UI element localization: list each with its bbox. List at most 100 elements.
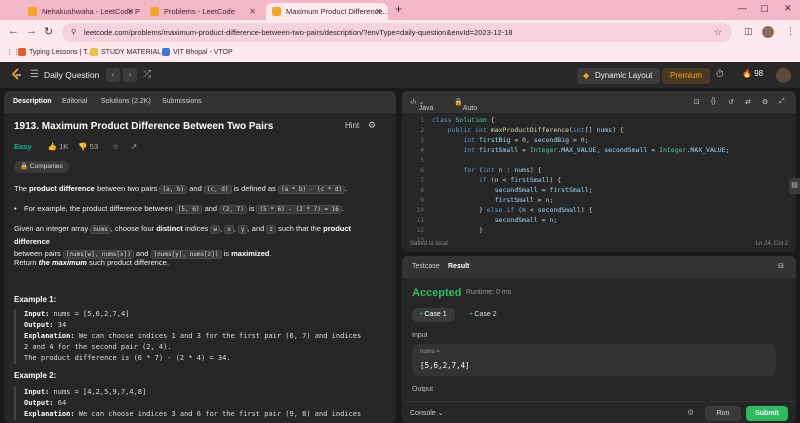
star-icon[interactable]: ☆ — [112, 142, 119, 151]
notes-icon[interactable]: ▤ — [789, 178, 800, 194]
leetcode-favicon — [272, 7, 281, 16]
hint-button[interactable]: Hint — [345, 121, 359, 130]
bookmark-typing[interactable]: Typing Lessons | T... — [18, 48, 93, 56]
user-avatar[interactable] — [776, 68, 791, 83]
bookmark-study[interactable]: STUDY MATERIAL — [90, 48, 161, 56]
value: nums = [5,6,2,7,4] — [49, 310, 130, 318]
braces-icon[interactable]: {} — [711, 98, 716, 105]
tab-solutions[interactable]: Solutions (2.2K) — [101, 98, 151, 105]
maximize-icon[interactable]: ▢ — [760, 3, 769, 14]
fullscreen-icon[interactable]: ⤢ — [779, 98, 785, 106]
output-label: Output — [412, 386, 434, 393]
browser-toolbar: ← → ↻ ⚲ leetcode.com/problems/maximum-pr… — [0, 20, 800, 45]
leetcode-favicon — [150, 7, 159, 16]
collapse-icon[interactable]: ⊟ — [778, 262, 784, 270]
browser-tab-problems[interactable]: Problems - LeetCode ✕ — [144, 3, 262, 20]
inline-code: x — [224, 225, 234, 234]
problem-list-icon[interactable]: ☰ — [30, 69, 39, 80]
language-label: Java — [418, 105, 434, 112]
browser-tab-profile[interactable]: Nehakushwaha - LeetCode Pro ✕ — [22, 3, 140, 20]
console-toggle[interactable]: Console ⌄ — [410, 409, 444, 417]
settings-icon[interactable]: ⚙ — [368, 120, 376, 131]
tab-description[interactable]: Description — [13, 98, 52, 105]
text: For example, the product difference betw… — [24, 204, 175, 213]
minimize-icon[interactable]: — — [738, 3, 747, 13]
sidebar-icon[interactable]: ◫ — [744, 26, 753, 37]
share-icon[interactable]: ↗ — [131, 142, 137, 151]
next-problem-button[interactable]: › — [123, 68, 137, 82]
code-editor-panel: ‹/› Java ⌄ 🔒 Auto ⊡ {} ↺ ⇄ ⚙ ⤢ 1 class So… — [402, 91, 796, 252]
shuffle-icon[interactable]: ⤮ — [143, 69, 151, 80]
tab-submissions[interactable]: Submissions — [162, 98, 202, 105]
case-2-button[interactable]: • Case 2 — [462, 308, 505, 322]
label: Input: — [24, 388, 50, 396]
bullet: • — [14, 204, 17, 213]
bookmark-label: VIT Bhopal - VTOP — [173, 48, 233, 56]
leetcode-logo-icon[interactable] — [10, 68, 24, 82]
testcase-panel: Testcase Result ⊟ Accepted Runtime: 0 ms… — [402, 256, 796, 423]
forward-icon[interactable]: → — [26, 25, 37, 37]
value: The product difference is (6 * 7) - (2 *… — [24, 354, 231, 362]
auto-mode[interactable]: 🔒 Auto — [454, 98, 477, 112]
value: 64 — [53, 399, 67, 407]
like-icon[interactable]: 👍 — [48, 142, 57, 151]
bookmark-icon[interactable]: ⊡ — [694, 98, 700, 106]
browser-tab-active[interactable]: Maximum Product Difference... ✕ — [266, 3, 388, 20]
bookmark-vit[interactable]: VIT Bhopal - VTOP — [162, 48, 233, 56]
case-1-button[interactable]: • Case 1 — [412, 308, 455, 322]
new-tab-icon[interactable]: + — [395, 2, 402, 16]
nav-title[interactable]: Daily Question — [44, 70, 99, 80]
label: Output: — [24, 321, 54, 329]
profile-avatar[interactable] — [762, 26, 774, 38]
tab-title: Nehakushwaha - LeetCode Pro — [42, 7, 140, 16]
code-editor-header: ‹/› Java ⌄ 🔒 Auto ⊡ {} ↺ ⇄ ⚙ ⤢ — [402, 91, 796, 113]
companies-tag[interactable]: 🔒 Companies — [14, 161, 69, 173]
inline-code: (a * b) - (c * d) — [277, 185, 346, 194]
menu-icon[interactable]: ⋮ — [786, 26, 795, 37]
reload-icon[interactable]: ↻ — [44, 25, 53, 38]
prev-problem-button[interactable]: ‹ — [106, 68, 120, 82]
dynamic-layout-label: Dynamic Layout — [595, 71, 653, 80]
settings-icon[interactable]: ⚙ — [762, 98, 768, 106]
dynamic-layout-button[interactable]: ◆ Dynamic Layout — [577, 68, 661, 84]
tab-editorial[interactable]: Editorial — [62, 98, 87, 105]
paragraph-task: Given an integer array nums, choose four… — [14, 224, 352, 259]
case-label: Case 1 — [424, 311, 447, 318]
dislike-icon[interactable]: 👎 — [78, 142, 87, 151]
value: 34 — [53, 321, 67, 329]
site-info-icon[interactable]: ⚲ — [71, 23, 76, 42]
action-bar: Console ⌄ ⚙ Run Submit — [402, 401, 796, 423]
split-icon[interactable]: ⇄ — [745, 98, 751, 106]
timer-icon[interactable]: ⏱ — [716, 69, 724, 80]
run-button[interactable]: Run — [705, 406, 741, 421]
language-select[interactable]: ‹/› Java ⌄ — [410, 98, 433, 112]
address-bar[interactable]: ⚲ leetcode.com/problems/maximum-product-… — [62, 23, 732, 42]
example-2-box: Input: nums = [4,2,5,9,7,4,8] Output: 64… — [14, 387, 384, 420]
close-window-icon[interactable]: ✕ — [784, 3, 792, 14]
layout-icon: ◆ — [583, 71, 590, 80]
submit-button[interactable]: Submit — [746, 406, 788, 421]
bookmark-icon — [18, 48, 26, 56]
tab-testcase[interactable]: Testcase — [412, 263, 440, 270]
close-tab-icon[interactable]: ✕ — [249, 3, 256, 20]
variable-value: [5,6,2,7,4] — [420, 361, 470, 370]
tab-result[interactable]: Result — [448, 263, 469, 270]
streak-counter[interactable]: 🔥 98 — [742, 69, 763, 78]
reset-icon[interactable]: ↺ — [728, 98, 734, 106]
example-2-title: Example 2: — [14, 371, 57, 380]
bookmark-star-icon[interactable]: ☆ — [714, 23, 722, 42]
code-text-area[interactable]: 1 class Solution { 2 public int maxProduc… — [402, 115, 796, 244]
streak-count: 98 — [754, 69, 764, 78]
close-tab-icon[interactable]: ✕ — [127, 3, 134, 20]
premium-button[interactable]: Premium — [662, 68, 711, 84]
case-label: Case 2 — [474, 311, 497, 318]
console-label: Console — [410, 410, 436, 417]
bookmarks-bar: ⋮⋮ Typing Lessons | T... STUDY MATERIAL … — [0, 45, 800, 62]
back-icon[interactable]: ← — [8, 25, 19, 37]
description-tabs: Description Editorial Solutions (2.2K) S… — [4, 91, 396, 113]
close-tab-icon[interactable]: ✕ — [375, 3, 382, 20]
fire-icon: 🔥 — [742, 69, 752, 78]
text: . — [345, 184, 348, 193]
runtime-label: Runtime: 0 ms — [466, 289, 512, 296]
debug-icon[interactable]: ⚙ — [687, 408, 694, 417]
